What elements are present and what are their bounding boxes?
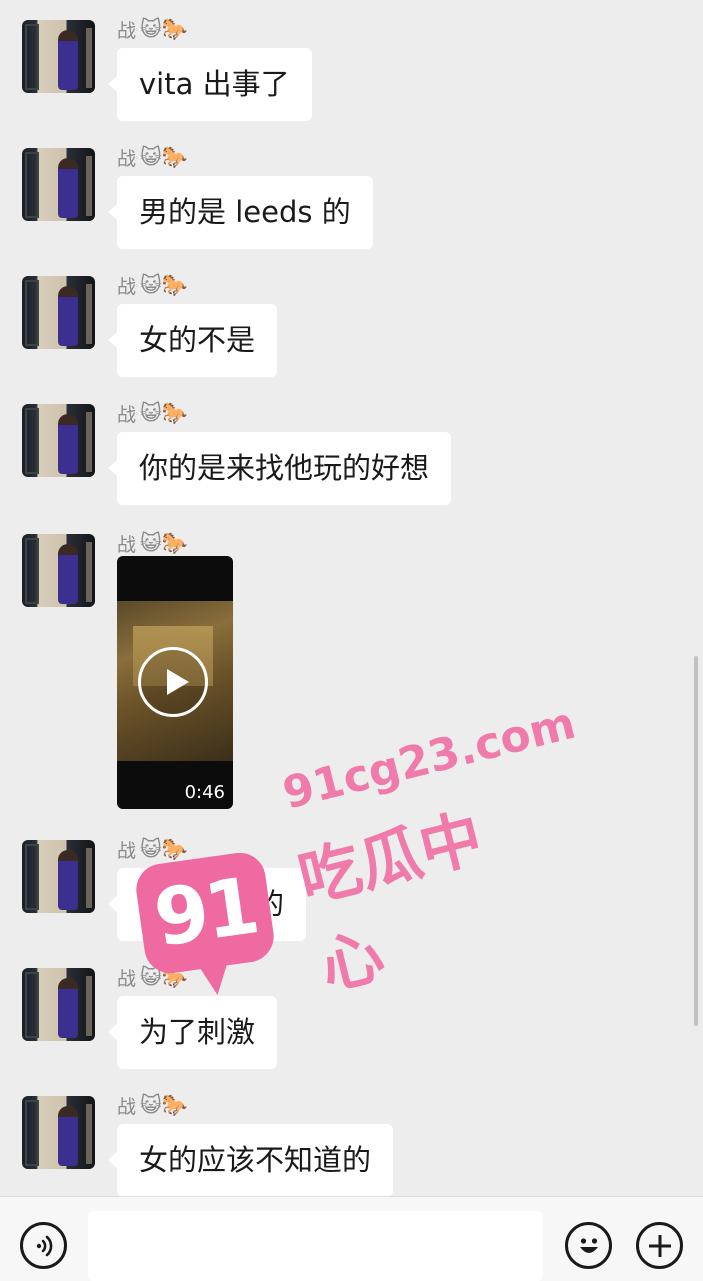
avatar[interactable] bbox=[22, 276, 95, 349]
avatar[interactable] bbox=[22, 534, 95, 607]
sender-name: 战 bbox=[117, 403, 137, 426]
avatar[interactable] bbox=[22, 968, 95, 1041]
avatar[interactable] bbox=[22, 840, 95, 913]
sender-name: 战 bbox=[117, 19, 137, 42]
sender-emoji: 😺🐎 bbox=[140, 530, 189, 555]
sender-emoji: 😺🐎 bbox=[140, 400, 189, 425]
message-bubble[interactable]: 女的不是 bbox=[107, 304, 278, 377]
sender-name-row: 战 😺🐎 bbox=[117, 528, 188, 558]
video-duration: 0:46 bbox=[184, 782, 225, 803]
sender-name-row: 战 😺🐎 bbox=[117, 1090, 188, 1120]
message-input[interactable] bbox=[88, 1211, 543, 1281]
sender-name: 战 bbox=[117, 1095, 137, 1118]
message-bubble[interactable]: 男的故意的 bbox=[107, 868, 307, 941]
plus-button[interactable] bbox=[636, 1222, 683, 1269]
message-bubble[interactable]: vita 出事了 bbox=[108, 48, 312, 121]
message-bubble[interactable]: 男的是 leeds 的 bbox=[108, 176, 373, 249]
message-bubble[interactable]: 为了刺激 bbox=[107, 996, 278, 1069]
plus-icon bbox=[648, 1234, 671, 1257]
emoji-icon bbox=[579, 1237, 598, 1253]
message-bubble[interactable]: 你的是来找他玩的好想 bbox=[107, 432, 452, 505]
sender-name: 战 bbox=[117, 275, 137, 298]
sender-name: 战 bbox=[117, 839, 137, 862]
sender-emoji: 😺🐎 bbox=[140, 1092, 189, 1117]
watermark-name: 吃瓜中心 bbox=[291, 800, 490, 1004]
sender-name-row: 战 😺🐎 bbox=[117, 270, 188, 300]
sender-name-row: 战 😺🐎 bbox=[117, 834, 188, 864]
sender-name-row: 战 😺🐎 bbox=[117, 14, 188, 44]
sender-name: 战 bbox=[117, 967, 137, 990]
sender-name: 战 bbox=[117, 147, 137, 170]
sender-emoji: 😺🐎 bbox=[140, 144, 189, 169]
scrollbar[interactable] bbox=[694, 656, 698, 1026]
composer-bar bbox=[0, 1196, 703, 1281]
sender-name-row: 战 😺🐎 bbox=[117, 398, 188, 428]
sender-name: 战 bbox=[117, 533, 137, 556]
sender-name-row: 战 😺🐎 bbox=[117, 962, 188, 992]
avatar[interactable] bbox=[22, 148, 95, 221]
play-icon[interactable] bbox=[138, 647, 208, 717]
video-message[interactable]: 0:46 bbox=[117, 556, 233, 809]
avatar[interactable] bbox=[22, 20, 95, 93]
sender-emoji: 😺🐎 bbox=[140, 272, 189, 297]
sender-name-row: 战 😺🐎 bbox=[117, 142, 188, 172]
message-bubble[interactable]: 女的应该不知道的 bbox=[107, 1124, 394, 1197]
voice-icon bbox=[36, 1235, 52, 1256]
sender-emoji: 😺🐎 bbox=[140, 836, 189, 861]
avatar[interactable] bbox=[22, 404, 95, 477]
voice-button[interactable] bbox=[20, 1222, 67, 1269]
sender-emoji: 😺🐎 bbox=[140, 964, 189, 989]
watermark-url: 91cg23.com bbox=[278, 697, 581, 820]
avatar[interactable] bbox=[22, 1096, 95, 1169]
emoji-button[interactable] bbox=[565, 1222, 612, 1269]
sender-emoji: 😺🐎 bbox=[140, 16, 189, 41]
